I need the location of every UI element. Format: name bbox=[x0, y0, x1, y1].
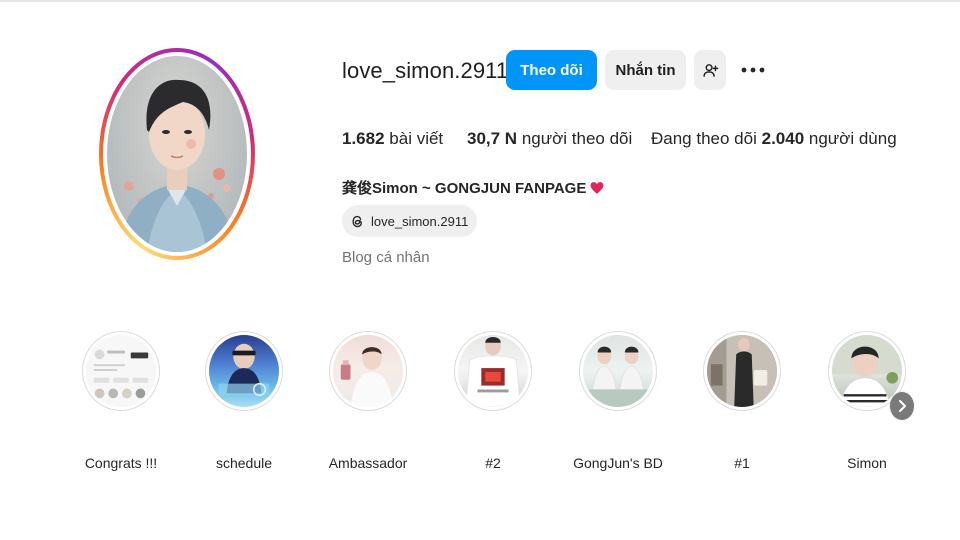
followers-label: người theo dõi bbox=[521, 129, 633, 148]
follow-button[interactable]: Theo dõi bbox=[506, 50, 597, 90]
followers-count: 30,7 N bbox=[467, 129, 518, 148]
highlight-schedule[interactable]: schedule bbox=[199, 331, 289, 471]
username: love_simon.2911 bbox=[342, 58, 509, 83]
posts-label: bài viết bbox=[389, 129, 444, 148]
highlight-cover bbox=[86, 335, 156, 407]
profile-avatar[interactable] bbox=[99, 48, 255, 260]
avatar-photo bbox=[107, 56, 247, 252]
profile-category: Blog cá nhân bbox=[342, 249, 430, 266]
highlights-next-button[interactable] bbox=[890, 392, 914, 420]
highlight-ambassador[interactable]: Ambassador bbox=[323, 331, 413, 471]
highlight-cover bbox=[832, 335, 902, 407]
more-options-button[interactable] bbox=[737, 56, 769, 84]
heart-icon bbox=[590, 181, 604, 194]
more-options-icon bbox=[741, 67, 765, 73]
highlight-cover bbox=[333, 335, 403, 407]
threads-handle: love_simon.2911 bbox=[371, 213, 469, 229]
add-user-icon bbox=[702, 63, 718, 77]
top-divider bbox=[0, 0, 960, 2]
highlight-label: schedule bbox=[215, 455, 273, 471]
threads-icon bbox=[352, 215, 362, 227]
following-label: người dùng bbox=[808, 129, 897, 148]
full-name-text: 龚俊Simon ~ GONGJUN FANPAGE bbox=[342, 180, 587, 197]
following-stat[interactable]: Đang theo dõi 2.040 người dùng bbox=[651, 129, 897, 149]
highlight-congrats[interactable]: Congrats !!! bbox=[76, 331, 166, 471]
suggest-users-button[interactable] bbox=[694, 50, 726, 90]
highlight-cover bbox=[707, 335, 777, 407]
message-button[interactable]: Nhắn tin bbox=[605, 50, 686, 90]
highlight-label: GongJun's BD bbox=[573, 455, 663, 471]
profile-full-name: 龚俊Simon ~ GONGJUN FANPAGE bbox=[342, 177, 604, 198]
highlight-label: Simon bbox=[847, 455, 887, 471]
posts-stat: 1.682 bài viết bbox=[342, 129, 443, 149]
chevron-right-icon bbox=[899, 400, 906, 412]
following-prefix: Đang theo dõi bbox=[651, 129, 757, 148]
highlight-cover bbox=[209, 335, 279, 407]
highlight-label: #2 bbox=[485, 455, 501, 471]
highlight-label: Ambassador bbox=[328, 455, 408, 471]
highlight-label: #1 bbox=[734, 455, 750, 471]
following-count: 2.040 bbox=[761, 129, 805, 148]
highlight-cover bbox=[583, 335, 653, 407]
followers-stat[interactable]: 30,7 N người theo dõi bbox=[467, 129, 632, 149]
highlight-2[interactable]: #2 bbox=[448, 331, 538, 471]
highlight-gongjuns-bd[interactable]: GongJun's BD bbox=[573, 331, 663, 471]
highlight-label: Congrats !!! bbox=[84, 455, 158, 471]
posts-count: 1.682 bbox=[342, 129, 385, 148]
highlight-1[interactable]: #1 bbox=[697, 331, 787, 471]
threads-link[interactable]: love_simon.2911 bbox=[342, 205, 478, 237]
highlight-cover bbox=[458, 335, 528, 407]
